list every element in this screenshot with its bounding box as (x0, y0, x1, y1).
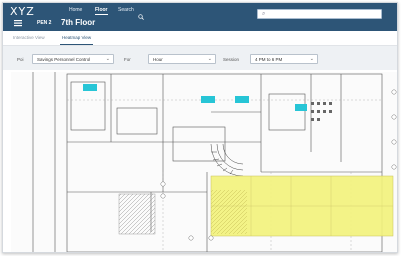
for-select[interactable]: Hour ⌄ (148, 54, 216, 64)
brand-logo: XYZ (10, 5, 35, 18)
page-title: 7th Floor (61, 18, 96, 27)
menu-icon[interactable] (14, 19, 22, 27)
for-select-value: Hour (153, 57, 163, 62)
tab-heatmap-view[interactable]: Heatmap View (59, 35, 94, 45)
search-field-icon: ⌕ (262, 11, 266, 17)
nav-search[interactable]: Search (118, 7, 134, 13)
chevron-down-icon: ⌄ (207, 56, 212, 62)
nav-floor[interactable]: Floor (95, 7, 108, 15)
for-label: For (124, 57, 131, 62)
floor-plan-drawing (32, 72, 397, 252)
pen-label: PEN 2 (37, 20, 52, 26)
chevron-down-icon: ⌄ (105, 56, 110, 62)
global-search-input[interactable]: ⌕ (257, 9, 382, 19)
session-select[interactable]: 4 PM to 6 PM ⌄ (250, 54, 318, 64)
session-label: Session (223, 57, 240, 62)
floor-plan-canvas[interactable] (11, 72, 397, 252)
poi-select-value: Savings Personnel Control (37, 57, 91, 62)
session-select-value: 4 PM to 6 PM (255, 57, 283, 62)
filter-bar: Poi Savings Personnel Control ⌄ For Hour… (3, 46, 397, 70)
search-icon[interactable] (138, 7, 144, 20)
nav-home[interactable]: Home (69, 7, 82, 13)
poi-label: Poi (17, 57, 24, 62)
view-tabs: Interactive View Heatmap View (3, 31, 397, 46)
tab-interactive-view[interactable]: Interactive View (13, 35, 45, 40)
app-window: XYZ Home Floor Search PEN 2 7th Floor ⌕ … (2, 2, 398, 253)
app-header: XYZ Home Floor Search PEN 2 7th Floor ⌕ (3, 3, 397, 31)
poi-select[interactable]: Savings Personnel Control ⌄ (32, 54, 114, 64)
chevron-down-icon: ⌄ (309, 56, 314, 62)
